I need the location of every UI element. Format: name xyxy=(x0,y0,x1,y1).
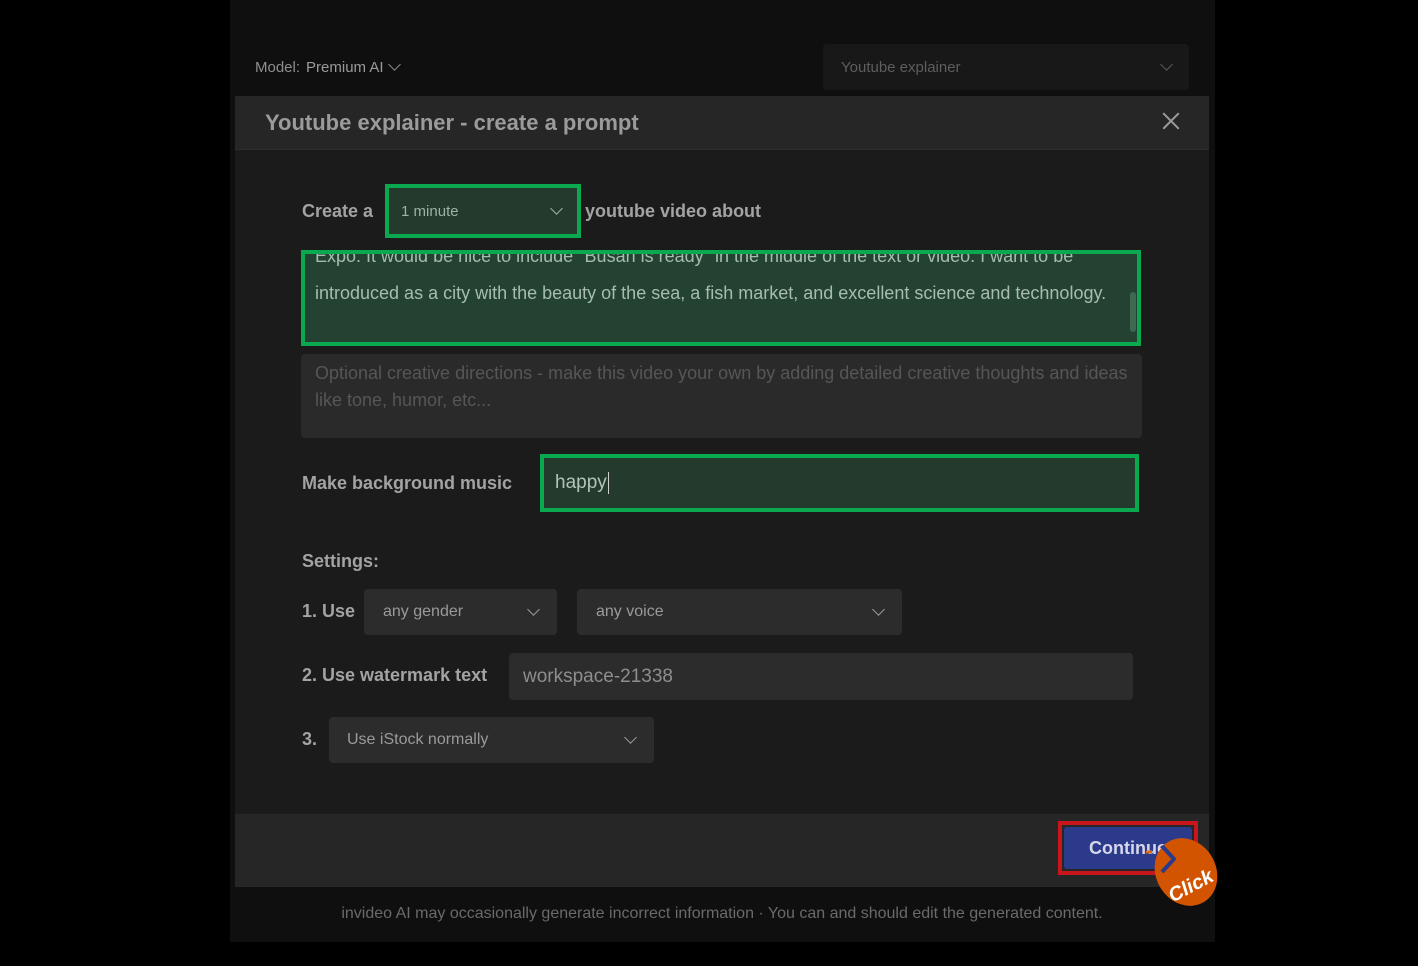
chevron-down-icon xyxy=(387,58,401,71)
disclaimer-text: invideo AI may occasionally generate inc… xyxy=(341,905,1103,922)
chevron-down-icon xyxy=(624,731,637,744)
creative-directions-textarea[interactable]: Optional creative directions - make this… xyxy=(301,354,1142,438)
topic-textarea[interactable]: Expo. It would be nice to include "Busan… xyxy=(301,250,1141,346)
model-selector[interactable]: Model: Premium AI xyxy=(255,56,401,78)
modal-footer: Continue xyxy=(235,814,1209,887)
watermark-input[interactable]: workspace-21338 xyxy=(509,653,1133,700)
setting-2-label: 2. Use watermark text xyxy=(302,665,488,685)
istock-value: Use iStock normally xyxy=(347,731,489,748)
create-prefix: Create a xyxy=(302,200,374,221)
template-value: Youtube explainer xyxy=(841,58,961,76)
chevron-down-icon xyxy=(1160,58,1173,71)
setting-3-label: 3. xyxy=(302,729,318,749)
setting-1-label: 1. Use xyxy=(302,601,356,621)
istock-select[interactable]: Use iStock normally xyxy=(329,717,654,763)
settings-label: Settings: xyxy=(302,551,380,571)
topic-scrollbar[interactable] xyxy=(1130,292,1136,332)
topic-text: Expo. It would be nice to include "Busan… xyxy=(315,250,1107,303)
model-label: Model: xyxy=(255,58,301,76)
background-music-input[interactable]: happy xyxy=(540,454,1139,512)
chevron-down-icon xyxy=(527,603,540,616)
create-row: Create a 1 minute youtube video about xyxy=(302,184,761,238)
duration-value: 1 minute xyxy=(401,202,459,220)
text-caret xyxy=(607,472,610,494)
modal-header: Youtube explainer - create a prompt xyxy=(235,96,1209,150)
directions-placeholder: Optional creative directions - make this… xyxy=(315,363,1128,410)
create-suffix: youtube video about xyxy=(585,200,762,221)
voice-select[interactable]: any voice xyxy=(577,589,902,635)
chevron-down-icon xyxy=(872,603,885,616)
watermark-value: workspace-21338 xyxy=(523,665,673,687)
chevron-down-icon xyxy=(550,202,563,215)
click-indicator-icon: Click xyxy=(1140,832,1220,910)
create-prompt-modal: Youtube explainer - create a prompt Crea… xyxy=(235,96,1209,887)
model-value: Premium AI xyxy=(306,58,384,76)
template-selector[interactable]: Youtube explainer xyxy=(823,44,1189,90)
close-icon[interactable] xyxy=(1161,111,1181,131)
music-row: Make background music xyxy=(302,454,512,512)
voice-value: any voice xyxy=(596,603,664,620)
modal-title: Youtube explainer - create a prompt xyxy=(265,109,639,135)
music-label: Make background music xyxy=(302,472,513,493)
gender-value: any gender xyxy=(383,603,464,620)
gender-select[interactable]: any gender xyxy=(364,589,557,635)
duration-select[interactable]: 1 minute xyxy=(385,184,582,238)
music-value: happy xyxy=(555,472,607,493)
